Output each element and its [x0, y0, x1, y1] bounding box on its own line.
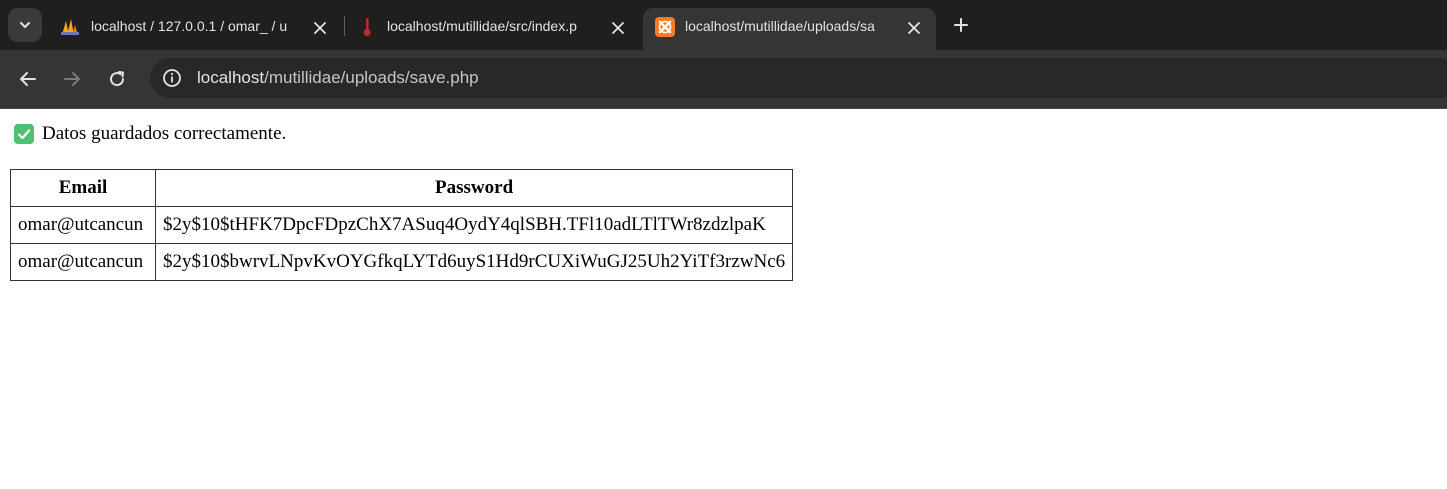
reload-icon — [110, 71, 125, 87]
back-arrow-icon — [20, 72, 36, 86]
column-header-email: Email — [10, 169, 156, 207]
password-cell: $2y$10$tHFK7DpcFDpzChX7ASuq4OydY4qlSBH.T… — [154, 206, 794, 244]
close-icon[interactable] — [311, 19, 329, 37]
page-content: Datos guardados correctamente. Email Pas… — [0, 109, 1447, 489]
site-info-icon[interactable] — [160, 66, 184, 90]
column-header-password: Password — [154, 169, 794, 207]
plus-icon — [954, 18, 968, 32]
close-icon[interactable] — [905, 19, 923, 37]
credentials-table: Email Password omar@utcancun $2y$10$tHFK… — [10, 169, 794, 281]
table-row: omar@utcancun $2y$10$tHFK7DpcFDpzChX7ASu… — [10, 206, 794, 244]
tab-mutillidae-save[interactable]: localhost/mutillidae/uploads/sa — [643, 8, 936, 50]
new-tab-button[interactable] — [948, 12, 974, 38]
reload-button[interactable] — [103, 65, 131, 93]
tab-search-button[interactable] — [8, 8, 42, 42]
table-header-row: Email Password — [10, 169, 794, 207]
phpmyadmin-icon — [60, 17, 80, 37]
tab-mutillidae-index[interactable]: localhost/mutillidae/src/index.p — [345, 8, 641, 50]
mutillidae-icon — [357, 17, 377, 37]
tab-title: localhost / 127.0.0.1 / omar_ / u — [91, 18, 288, 34]
url-text[interactable]: localhost/mutillidae/uploads/save.php — [197, 68, 479, 88]
success-message-text: Datos guardados correctamente. — [42, 123, 287, 144]
address-bar[interactable]: localhost/mutillidae/uploads/save.php — [150, 58, 1447, 98]
close-icon[interactable] — [609, 19, 627, 37]
tab-strip: localhost / 127.0.0.1 / omar_ / u localh… — [0, 0, 1447, 50]
tab-phpmyadmin[interactable]: localhost / 127.0.0.1 / omar_ / u — [46, 8, 344, 50]
url-path: /mutillidae/uploads/save.php — [264, 68, 479, 87]
table-row: omar@utcancun $2y$10$bwrvLNpvKvOYGfkqLYT… — [10, 243, 794, 281]
forward-button[interactable] — [58, 65, 86, 93]
back-button[interactable] — [14, 65, 42, 93]
password-cell: $2y$10$bwrvLNpvKvOYGfkqLYTd6uyS1Hd9rCUXi… — [154, 243, 794, 281]
tab-title: localhost/mutillidae/uploads/sa — [685, 18, 875, 34]
toolbar: localhost/mutillidae/uploads/save.php — [0, 50, 1447, 109]
tab-title: localhost/mutillidae/src/index.p — [387, 18, 577, 34]
url-host: localhost — [197, 68, 265, 87]
success-message: Datos guardados correctamente. — [14, 123, 286, 145]
email-cell: omar@utcancun — [10, 206, 156, 244]
email-cell: omar@utcancun — [10, 243, 156, 281]
forward-arrow-icon — [64, 72, 80, 86]
xampp-icon — [655, 17, 675, 37]
check-mark-icon — [14, 124, 34, 144]
chevron-down-icon — [20, 22, 30, 28]
